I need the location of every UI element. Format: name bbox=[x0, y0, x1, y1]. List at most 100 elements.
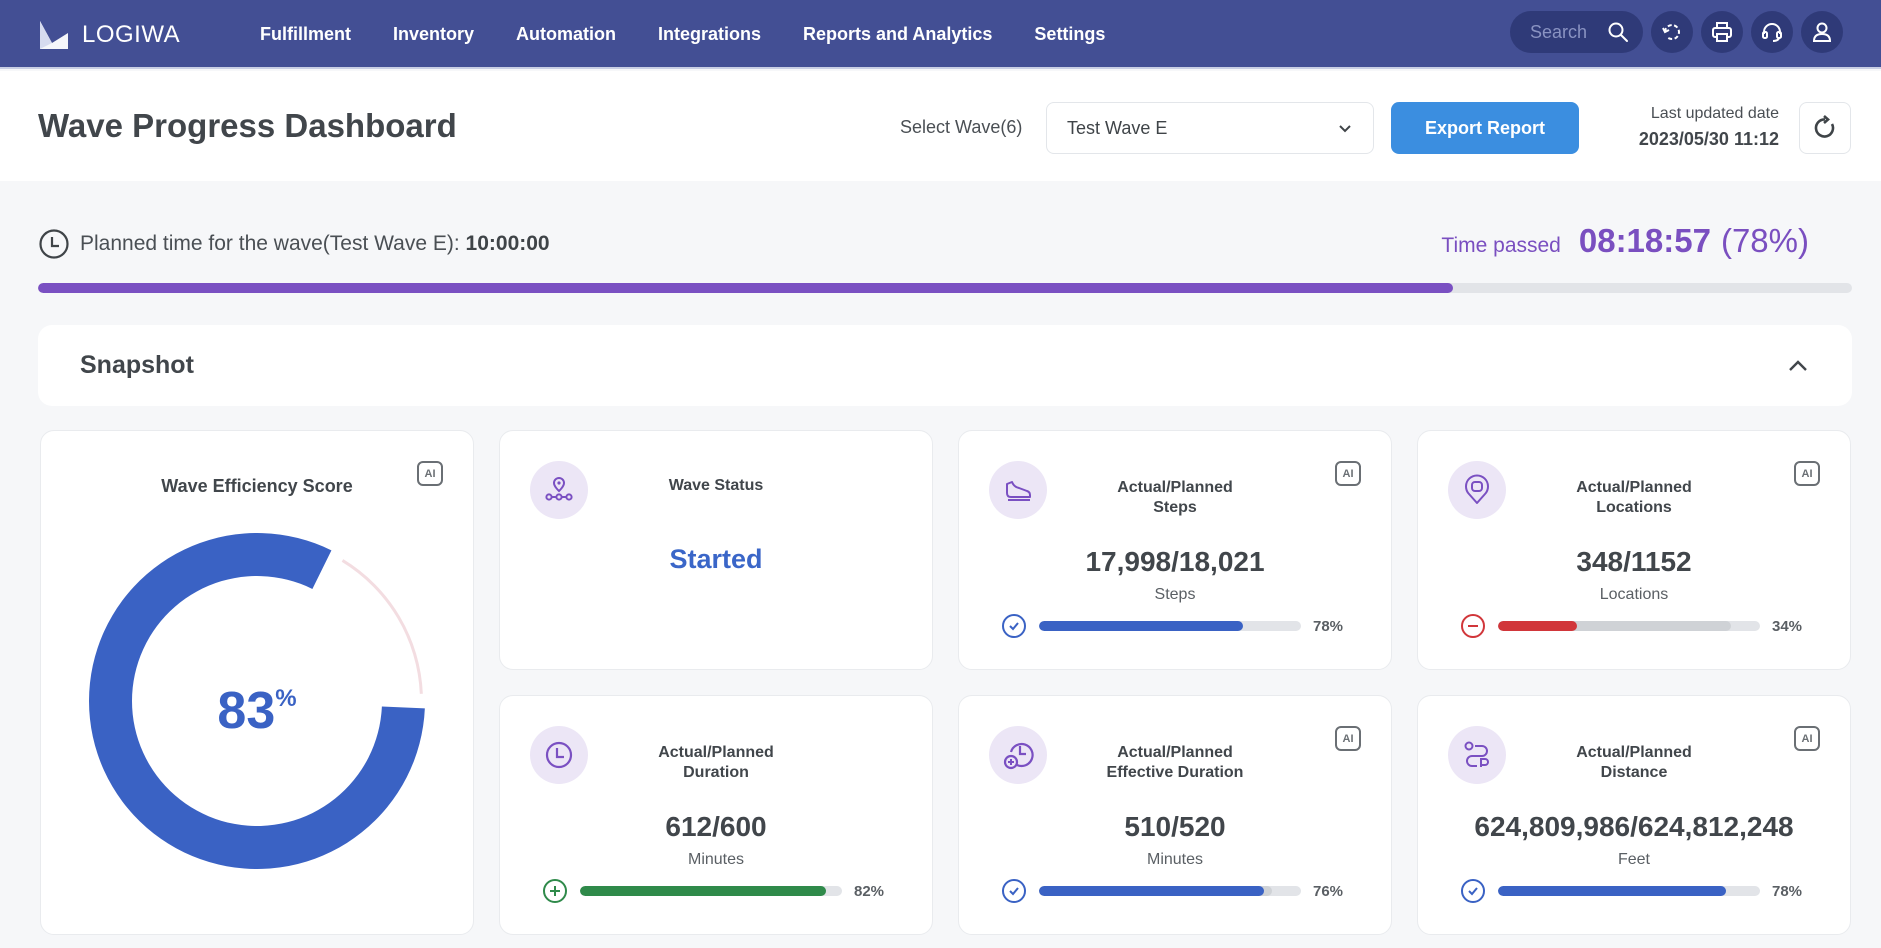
steps-progress-fill bbox=[1039, 621, 1244, 631]
refresh-button[interactable] bbox=[1799, 102, 1851, 154]
effective-duration-percent: 76% bbox=[1313, 882, 1344, 900]
chevron-up-icon[interactable] bbox=[1786, 354, 1810, 378]
sync-button[interactable] bbox=[1651, 11, 1693, 53]
distance-progress-track bbox=[1498, 886, 1760, 896]
printer-icon bbox=[1712, 22, 1732, 42]
wave-time-progress-fill bbox=[38, 283, 1453, 293]
locations-value: 348/1152 bbox=[1576, 546, 1692, 577]
duration-progress-fill bbox=[580, 886, 827, 896]
wave-time-progress-bar bbox=[38, 283, 1852, 293]
efficiency-title: Wave Efficiency Score bbox=[161, 476, 353, 496]
distance-progress-fill bbox=[1498, 886, 1726, 896]
duration-progress: 82% bbox=[542, 878, 894, 904]
nav-item-reports-and-analytics[interactable]: Reports and Analytics bbox=[803, 24, 992, 45]
duration-title: Actual/Planned Duration bbox=[500, 743, 932, 783]
logo-text: LOGIWA bbox=[82, 21, 181, 48]
locations-card: AI Actual/Planned Locations 348/1152 Loca… bbox=[1417, 430, 1851, 670]
select-wave-label: Select Wave(6) bbox=[900, 117, 1023, 137]
duration-value: 612/600 bbox=[665, 811, 767, 842]
steps-card: AI Actual/Planned Steps 17,998/18,021 Ste… bbox=[958, 430, 1392, 670]
effective-duration-card: AI Actual/Planned Effective Duration 510/… bbox=[958, 695, 1392, 935]
steps-percent: 78% bbox=[1313, 617, 1344, 635]
duration-card: Actual/Planned Duration 612/600 Minutes 8… bbox=[499, 695, 933, 935]
efficiency-number: 83 bbox=[217, 682, 276, 740]
effective-duration-unit: Minutes bbox=[1146, 851, 1204, 868]
title-line-2: Duration bbox=[683, 764, 749, 781]
wave-select[interactable]: Test Wave E bbox=[1046, 102, 1374, 154]
wave-efficiency-card: Wave Efficiency Score AI 83% bbox=[40, 430, 474, 935]
wave-status-value: Started bbox=[669, 544, 763, 574]
last-updated: Last updated date 2023/05/30 11:12 bbox=[1639, 105, 1779, 150]
effective-duration-progress-track bbox=[1039, 886, 1301, 896]
wave-status-card: Wave Status Started bbox=[499, 430, 933, 670]
effective-duration-value: 510/520 bbox=[1124, 811, 1226, 842]
check-circle-icon bbox=[1461, 879, 1485, 903]
effective-duration-progress-fill bbox=[1039, 886, 1265, 896]
search-placeholder: Search bbox=[1530, 21, 1588, 42]
wave-status-title: Wave Status bbox=[668, 477, 764, 494]
duration-percent: 82% bbox=[854, 882, 885, 900]
title-line-2: Effective Duration bbox=[1106, 764, 1244, 781]
efficiency-value: 83% bbox=[89, 681, 425, 741]
nav-item-automation[interactable]: Automation bbox=[516, 24, 616, 45]
locations-percent: 34% bbox=[1772, 617, 1803, 635]
print-button[interactable] bbox=[1701, 11, 1743, 53]
main-menu: Fulfillment Inventory Automation Integra… bbox=[260, 0, 1147, 69]
nav-item-inventory[interactable]: Inventory bbox=[393, 24, 474, 45]
snapshot-title: Snapshot bbox=[80, 351, 194, 379]
page-header: Wave Progress Dashboard Select Wave(6) T… bbox=[0, 71, 1881, 181]
support-button[interactable] bbox=[1751, 11, 1793, 53]
time-passed-value: 08:18:57 bbox=[1578, 222, 1711, 259]
steps-unit: Steps bbox=[1154, 586, 1196, 603]
locations-title: Actual/Planned Locations bbox=[1418, 478, 1850, 518]
nav-item-settings[interactable]: Settings bbox=[1034, 24, 1105, 45]
steps-value: 17,998/18,021 bbox=[1085, 546, 1265, 577]
distance-progress: 78% bbox=[1460, 878, 1812, 904]
distance-percent: 78% bbox=[1772, 882, 1803, 900]
title-line-2: Distance bbox=[1600, 764, 1668, 781]
ai-badge[interactable]: AI bbox=[417, 461, 443, 486]
check-circle-icon bbox=[1002, 614, 1026, 638]
title-line-1: Actual/Planned bbox=[658, 744, 774, 761]
minus-circle-icon bbox=[1461, 614, 1485, 638]
distance-unit: Feet bbox=[1617, 851, 1650, 868]
title-line-2: Steps bbox=[1153, 499, 1197, 516]
steps-title: Actual/Planned Steps bbox=[959, 478, 1391, 518]
locations-progress: 34% bbox=[1460, 613, 1812, 639]
search-icon[interactable] bbox=[1607, 21, 1629, 43]
title-line-1: Actual/Planned bbox=[1576, 479, 1692, 496]
steps-progress: 78% bbox=[1001, 613, 1353, 639]
logo[interactable]: LOGIWA bbox=[38, 18, 180, 52]
plus-circle-icon bbox=[543, 879, 567, 903]
export-report-button[interactable]: Export Report bbox=[1391, 102, 1579, 154]
logo-mark-icon bbox=[40, 21, 68, 49]
user-menu-button[interactable] bbox=[1801, 11, 1843, 53]
last-updated-value: 2023/05/30 11:12 bbox=[1638, 129, 1779, 149]
search-input[interactable]: Search bbox=[1510, 11, 1643, 53]
snapshot-section-header[interactable]: Snapshot bbox=[38, 325, 1852, 406]
refresh-icon bbox=[1814, 115, 1835, 138]
donut-remaining-segment bbox=[341, 559, 423, 694]
user-icon bbox=[1812, 22, 1832, 42]
title-line-1: Actual/Planned bbox=[1576, 744, 1692, 761]
effective-duration-progress: 76% bbox=[1001, 878, 1353, 904]
locations-progress-fill bbox=[1498, 621, 1577, 631]
duration-unit: Minutes bbox=[687, 851, 745, 868]
planned-time-label: Planned time for the wave(Test Wave E): bbox=[80, 232, 466, 255]
distance-title: Actual/Planned Distance bbox=[1418, 743, 1850, 783]
check-circle-icon bbox=[1002, 879, 1026, 903]
locations-progress-track bbox=[1498, 621, 1760, 631]
effective-duration-title: Actual/Planned Effective Duration bbox=[959, 743, 1391, 783]
chevron-down-icon bbox=[1339, 125, 1351, 133]
wave-select-value: Test Wave E bbox=[1067, 117, 1168, 138]
planned-time: Planned time for the wave(Test Wave E): … bbox=[38, 228, 550, 260]
time-passed-percent: (78%) bbox=[1720, 222, 1809, 259]
top-nav-bar: LOGIWA Fulfillment Inventory Automation … bbox=[0, 0, 1881, 69]
efficiency-donut: 83% bbox=[89, 533, 425, 869]
time-passed-label: Time passed bbox=[1441, 234, 1561, 257]
nav-item-fulfillment[interactable]: Fulfillment bbox=[260, 24, 351, 45]
nav-actions: Search bbox=[1510, 11, 1843, 53]
locations-unit: Locations bbox=[1599, 586, 1669, 603]
distance-card: AI Actual/Planned Distance 624,809,986/62… bbox=[1417, 695, 1851, 935]
nav-item-integrations[interactable]: Integrations bbox=[658, 24, 761, 45]
